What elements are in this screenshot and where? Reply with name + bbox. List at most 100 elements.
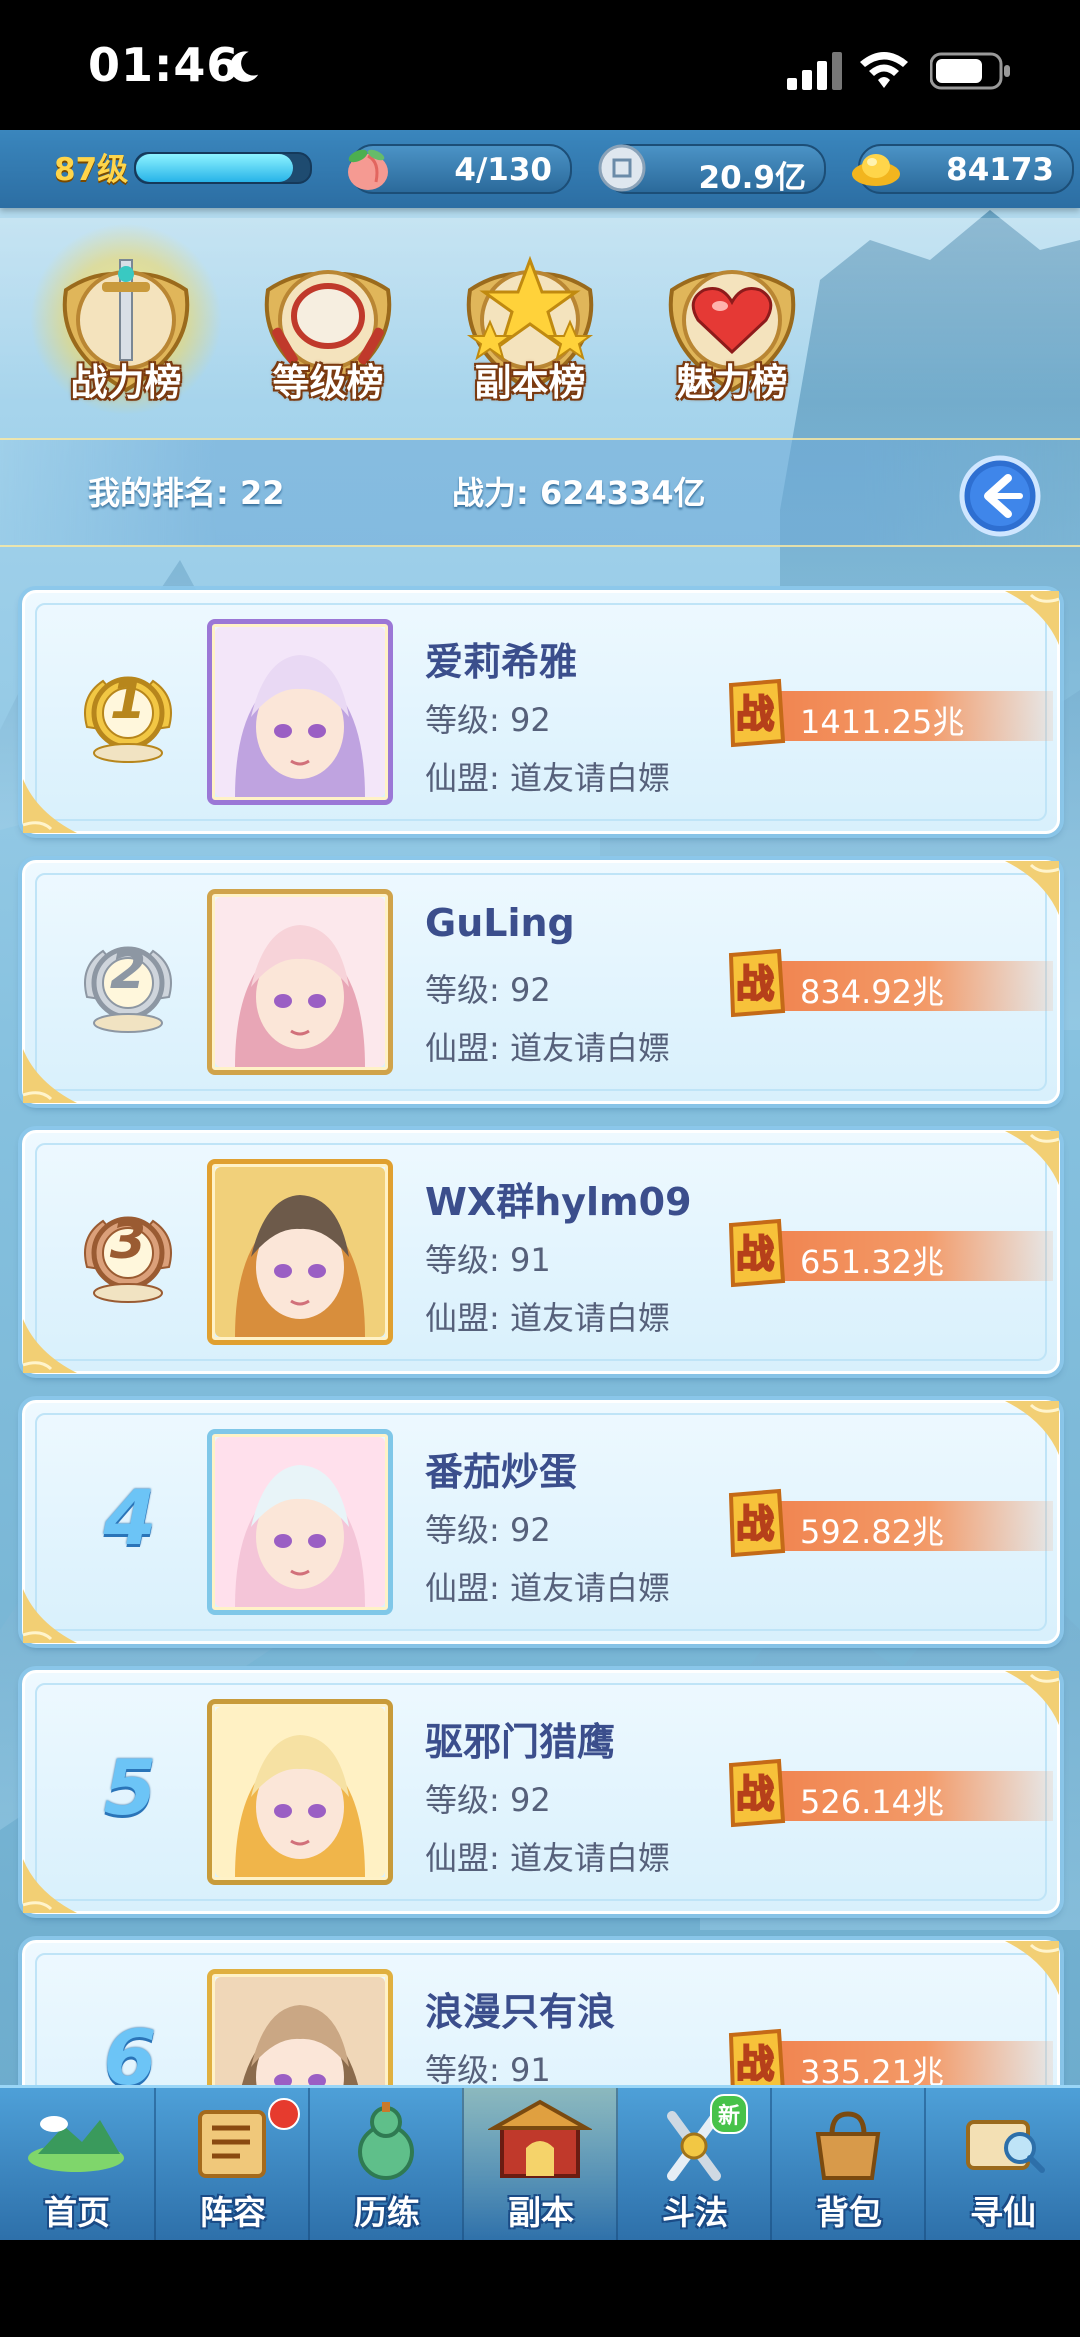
stamina-value: 4/130 [454, 152, 552, 188]
nav-item-home-island[interactable]: 首页 [0, 2088, 154, 2240]
leaderboard-screen: 87级 4/130 20.9亿 84173 战力榜 等级榜 副本榜 魅力榜 我的… [0, 130, 1080, 2240]
avatar-frame [207, 1159, 393, 1345]
avatar-frame [207, 1429, 393, 1615]
player-guild: 仙盟: 道友请白嫖 [425, 1029, 670, 1067]
power-badge-icon: 战 [728, 2028, 785, 2085]
corner-ornament-icon [23, 1049, 77, 1103]
my-rank-text: 我的排名: 22 [88, 474, 285, 512]
player-level-text: 等级: 91 [425, 1241, 551, 1279]
nav-label: 阵容 [200, 2193, 266, 2232]
back-button[interactable] [958, 454, 1042, 538]
avatar-frame [207, 1699, 393, 1885]
power-badge-icon: 战 [728, 948, 786, 1018]
rank-number: 3 [109, 1211, 147, 1271]
tab-label: 魅力榜 [676, 361, 788, 404]
power-badge-icon: 战 [728, 1218, 786, 1288]
nav-label: 寻仙 [970, 2193, 1036, 2232]
silver-counter[interactable]: 20.9亿 [598, 144, 826, 196]
silver-value: 20.9亿 [698, 160, 807, 196]
scroll-search-icon [966, 2120, 1045, 2173]
xp-progress-bar [134, 152, 312, 184]
cellular-signal-icon [787, 52, 842, 90]
player-level-text: 等级: 92 [425, 1511, 551, 1549]
player-level-text: 等级: 92 [425, 1781, 551, 1819]
power-value: 592.82兆 [800, 1513, 944, 1551]
player-name: WX群hylm09 [425, 1180, 692, 1224]
player-guild: 仙盟: 道友请白嫖 [425, 759, 670, 797]
tab-charm-ranking[interactable]: 魅力榜 [642, 230, 822, 405]
rank-number: 1 [109, 671, 147, 731]
my-rank-bar: 我的排名: 22 战力: 624334亿 [0, 438, 1080, 547]
ranking-list[interactable]: 87级 4/130 20.9亿 84173 战力榜 等级榜 副本榜 魅力榜 我的… [0, 130, 1080, 2085]
rank-number: 6 [103, 2013, 157, 2085]
nav-label: 首页 [44, 2193, 110, 2232]
power-value: 335.21兆 [800, 2053, 944, 2085]
player-card[interactable]: 2 GuLing 等级: 92 仙盟: 道友请白嫖 战 834.92兆 [22, 860, 1060, 1104]
player-name: 番茄炒蛋 [425, 1450, 578, 1494]
player-name: 爱莉希雅 [425, 640, 578, 684]
tab-power-ranking[interactable]: 战力榜 [28, 224, 224, 414]
my-power-text: 战力: 624334亿 [452, 474, 706, 512]
corner-ornament-icon [23, 779, 77, 833]
player-name: 驱邪门猎鹰 [425, 1720, 616, 1764]
avatar-frame [207, 889, 393, 1075]
nav-item-scroll-search[interactable]: 寻仙 [924, 2088, 1080, 2240]
corner-ornament-icon [1005, 1941, 1059, 1995]
player-level-text: 等级: 91 [425, 2051, 551, 2085]
player-card[interactable]: 1 爱莉希雅 等级: 92 仙盟: 道友请白嫖 战 1411.25兆 [22, 590, 1060, 834]
nav-label: 背包 [816, 2193, 882, 2232]
corner-ornament-icon [1005, 861, 1059, 915]
player-card[interactable]: 4 番茄炒蛋 等级: 92 仙盟: 道友请白嫖 战 592.82兆 [22, 1400, 1060, 1644]
nav-item-lineup-scroll[interactable]: 阵容 [154, 2088, 310, 2240]
stamina-counter[interactable]: 4/130 [348, 144, 572, 194]
corner-ornament-icon [23, 1859, 77, 1913]
rank-number: 5 [103, 1743, 157, 1832]
nav-item-bag[interactable]: 背包 [770, 2088, 926, 2240]
power-badge-char: 战 [736, 1772, 774, 1816]
rank-number: 2 [109, 941, 147, 1001]
nav-item-arena-sword[interactable]: 新 斗法 [616, 2088, 772, 2240]
power-badge-icon: 战 [728, 1488, 786, 1558]
coin-icon [598, 144, 646, 192]
power-badge-char: 战 [736, 962, 774, 1006]
player-card[interactable]: 3 WX群hylm09 等级: 91 仙盟: 道友请白嫖 战 651.32兆 [22, 1130, 1060, 1374]
moon-icon [230, 51, 259, 82]
nav-item-training-gourd[interactable]: 历练 [308, 2088, 464, 2240]
notification-dot [268, 2098, 300, 2130]
tab-level-ranking[interactable]: 等级榜 [238, 230, 418, 405]
power-badge-char: 战 [736, 1502, 774, 1546]
player-level-text: 等级: 92 [425, 971, 551, 1009]
rank-number: 4 [103, 1473, 157, 1562]
power-badge-char: 战 [736, 2042, 774, 2085]
gold-counter[interactable]: 84173 [852, 144, 1074, 194]
bottom-nav: 首页 阵容 历练 副本 新 斗法 背包 寻仙 [0, 2085, 1080, 2240]
tab-label: 副本榜 [474, 361, 586, 404]
battery-icon [930, 52, 1010, 90]
bag-icon [815, 2111, 881, 2180]
power-value: 1411.25兆 [800, 703, 965, 741]
player-guild: 仙盟: 道友请白嫖 [425, 1839, 670, 1877]
player-name: GuLing [425, 901, 575, 945]
player-card[interactable]: 6 浪漫只有浪 等级: 91 战 335.21兆 [22, 1940, 1060, 2085]
player-name: 浪漫只有浪 [425, 1990, 616, 2034]
player-guild: 仙盟: 道友请白嫖 [425, 1299, 670, 1337]
player-card[interactable]: 5 驱邪门猎鹰 等级: 92 仙盟: 道友请白嫖 战 526.14兆 [22, 1670, 1060, 1914]
resource-bar: 87级 4/130 20.9亿 84173 [0, 130, 1080, 208]
tab-dungeon-ranking[interactable]: 副本榜 [440, 230, 620, 405]
corner-ornament-icon [1005, 1671, 1059, 1725]
corner-ornament-icon [1005, 1131, 1059, 1185]
tab-label: 战力榜 [70, 361, 182, 404]
power-value: 526.14兆 [800, 1783, 944, 1821]
gold-ingot-icon [852, 154, 900, 186]
new-badge: 新 [710, 2094, 749, 2134]
gold-value: 84173 [946, 152, 1054, 188]
power-value: 834.92兆 [800, 973, 944, 1011]
nav-item-dungeon-gate[interactable]: 副本 [462, 2088, 618, 2240]
xp-progress-fill [136, 154, 293, 182]
dungeon-gate-icon [488, 2099, 592, 2178]
wifi-icon [860, 52, 908, 88]
corner-ornament-icon [1005, 1401, 1059, 1455]
power-badge-icon: 战 [728, 1758, 786, 1828]
player-level: 87级 [54, 152, 129, 188]
status-time: 01:46 [88, 38, 240, 92]
